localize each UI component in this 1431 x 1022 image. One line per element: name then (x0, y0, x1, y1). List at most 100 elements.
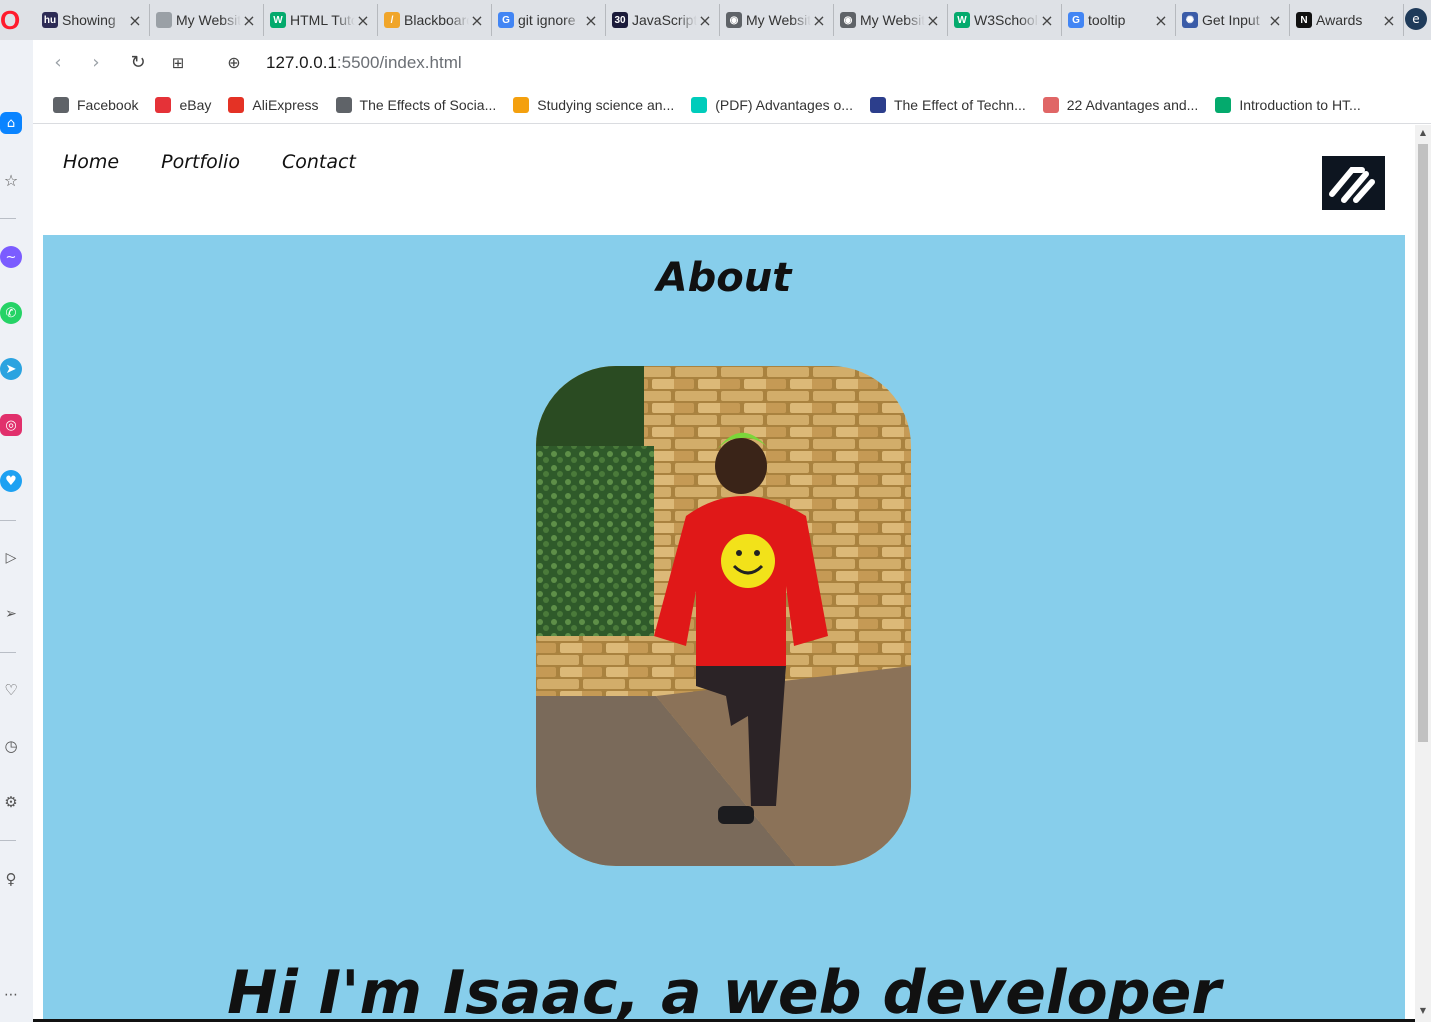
forward-icon[interactable]: › (85, 52, 107, 74)
bookmark-label: 22 Advantages and... (1066, 96, 1199, 113)
blackboard-icon: / (384, 12, 400, 28)
nav-portfolio[interactable]: Portfolio (161, 151, 240, 173)
tab-title: Blackboard (404, 12, 469, 28)
file-icon (335, 96, 352, 113)
bookmark-item[interactable]: The Effect of Techn... (869, 96, 1026, 113)
bookmark-label: The Effects of Socia... (359, 96, 497, 113)
lightbulb-icon[interactable]: ♀ (0, 868, 22, 890)
browser-tab[interactable]: ◉My Website× (720, 4, 834, 36)
opera-logo-icon[interactable]: O (0, 6, 26, 34)
back-icon[interactable]: ‹ (47, 52, 69, 74)
messenger-icon[interactable]: ~ (0, 246, 22, 268)
site-info-icon[interactable]: ⊕ (223, 52, 245, 74)
w3schools-icon: W (270, 12, 286, 28)
close-icon[interactable]: × (1381, 11, 1397, 30)
whatsapp-icon[interactable]: ✆ (0, 302, 22, 324)
bookmark-item[interactable]: 22 Advantages and... (1042, 96, 1199, 113)
profile-photo (536, 366, 911, 866)
close-icon[interactable]: × (583, 11, 599, 30)
browser-tab[interactable]: WHTML Tutorial× (264, 4, 378, 36)
heart-icon[interactable]: ♡ (0, 679, 22, 701)
tab-title: Showing (62, 12, 116, 28)
send-icon[interactable]: ➢ (0, 603, 22, 625)
scroll-up-icon[interactable]: ▲ (1415, 125, 1431, 141)
researchgate-icon (691, 96, 708, 113)
globe-icon: ◉ (840, 12, 856, 28)
edge-icon[interactable]: e (1405, 8, 1427, 30)
globe-icon: ◉ (726, 12, 742, 28)
browser-tab[interactable]: / Blackboard × (378, 4, 492, 36)
browser-tab[interactable]: N Awards × (1290, 4, 1404, 36)
tab-title: My Website (176, 12, 241, 28)
w3schools-icon: W (954, 12, 970, 28)
bookmark-label: Facebook (77, 96, 139, 113)
home-icon[interactable]: ⌂ (0, 112, 22, 134)
speed-dial-icon[interactable]: ⊞ (167, 52, 189, 74)
close-icon[interactable]: × (925, 11, 941, 30)
nav-contact[interactable]: Contact (282, 151, 356, 173)
tab-title: My Website (746, 12, 811, 28)
bookmark-item[interactable]: (PDF) Advantages o... (691, 96, 853, 113)
bookmark-item[interactable]: AliExpress (228, 96, 319, 113)
close-icon[interactable]: × (127, 11, 143, 30)
close-icon[interactable]: × (469, 11, 485, 30)
bookmark-label: Studying science an... (537, 96, 675, 113)
telegram-icon[interactable]: ➤ (0, 358, 22, 380)
tab-title: git ignore (518, 12, 576, 28)
logo-mark-icon (1322, 156, 1385, 210)
bookmark-item[interactable]: Introduction to HT... (1215, 96, 1361, 113)
browser-tab[interactable]: Gtooltip × (1062, 4, 1176, 36)
google-icon: G (1068, 12, 1084, 28)
browser-tab[interactable]: W W3Schools × (948, 4, 1062, 36)
close-icon[interactable]: × (241, 11, 257, 30)
more-icon[interactable]: ⋯ (0, 984, 22, 1006)
tab-title: tooltip (1088, 12, 1126, 28)
hero-heading: Hi I'm Isaac, a web developer (227, 958, 1221, 1022)
n-icon: N (1296, 12, 1312, 28)
bookmark-label: (PDF) Advantages o... (715, 96, 853, 113)
file-icon (53, 96, 69, 113)
bookmarks-bar: Facebook eBay AliExpress The Effects of Soc… (33, 86, 1431, 124)
close-icon[interactable]: × (1039, 11, 1055, 30)
google-icon: G (498, 12, 514, 28)
browser-tab[interactable]: Ggit ignore × (492, 4, 606, 36)
bookmark-item[interactable]: The Effects of Socia... (335, 96, 497, 113)
scroll-thumb[interactable] (1418, 144, 1428, 742)
instagram-icon[interactable]: ◎ (0, 414, 22, 436)
reload-icon[interactable]: ↻ (127, 52, 149, 74)
browser-sidebar: ⌂ ☆ ~ ✆ ➤ ◎ ♥ ▷ ➢ ♡ ◷ ⚙ ♀ ⋯ (0, 40, 33, 1022)
bookmark-item[interactable]: eBay (155, 96, 211, 113)
bookmark-item[interactable]: Studying science an... (513, 96, 675, 113)
scroll-down-icon[interactable]: ▼ (1415, 1003, 1431, 1019)
history-icon[interactable]: ◷ (0, 735, 22, 757)
twitter-icon[interactable]: ♥ (0, 470, 22, 492)
player-icon[interactable]: ▷ (0, 547, 22, 569)
browser-tab[interactable]: 30 JavaScript × (606, 4, 720, 36)
page-viewport: Home Portfolio Contact About Hi I'm Isaa… (33, 125, 1415, 1022)
tab-title: My Website (860, 12, 925, 28)
bookmark-label: Introduction to HT... (1239, 96, 1361, 113)
tab-strip: O huShowing×My Website×WHTML Tutorial×/B… (0, 0, 1431, 40)
settings-icon[interactable]: ⚙ (0, 791, 22, 813)
close-icon[interactable]: × (697, 11, 713, 30)
site-logo[interactable] (1322, 156, 1385, 210)
close-icon[interactable]: × (1153, 11, 1169, 30)
url-field[interactable]: 127.0.0.1:5500/index.html (266, 51, 462, 75)
close-icon[interactable]: × (811, 11, 827, 30)
aliexpress-icon (228, 96, 245, 113)
browser-tab[interactable]: hu Showing × (36, 4, 150, 36)
gear-icon: ✺ (1182, 12, 1198, 28)
close-icon[interactable]: × (355, 11, 371, 30)
about-title: About (656, 255, 792, 301)
browser-tab[interactable]: ◉My Website× (834, 4, 948, 36)
browser-tab[interactable]: My Website× (150, 4, 264, 36)
star-icon[interactable]: ☆ (0, 169, 22, 191)
bookmark-label: AliExpress (252, 96, 319, 113)
nav-home[interactable]: Home (63, 151, 119, 173)
browser-tab[interactable]: ✺ Get Input × (1176, 4, 1290, 36)
w3schools-icon (1215, 96, 1232, 113)
bookmark-item[interactable]: Facebook (53, 96, 139, 113)
close-icon[interactable]: × (1267, 11, 1283, 30)
sidebar-divider (0, 840, 16, 841)
page-scrollbar[interactable]: ▲ ▼ (1415, 125, 1431, 1022)
